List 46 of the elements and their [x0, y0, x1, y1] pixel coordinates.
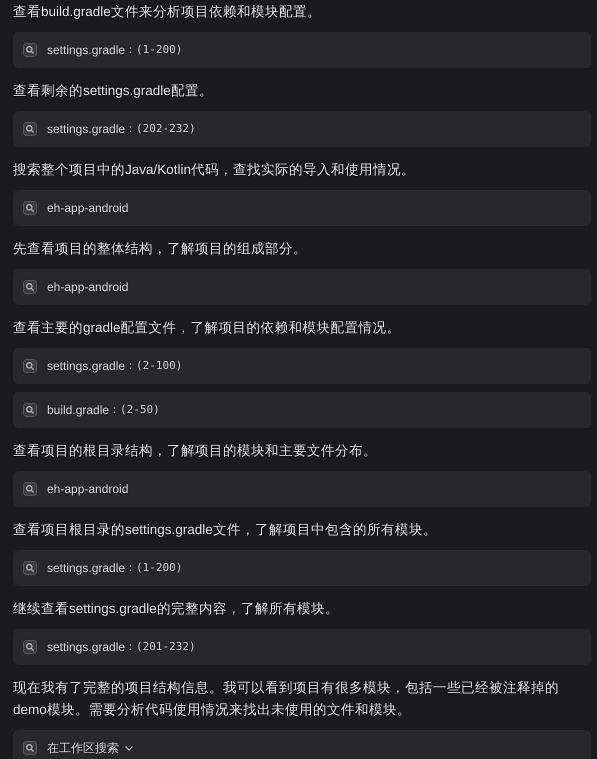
- line-range: ：(2-100): [125, 358, 182, 374]
- tool-call-card[interactable]: settings.gradle：(1-200): [13, 32, 591, 68]
- chevron-down-icon: [125, 746, 133, 750]
- line-range: ：(202-232): [125, 120, 196, 137]
- message-text: 查看build.gradle文件来分析项目依赖和模块配置。: [13, 3, 322, 21]
- tool-label: eh-app-android: [47, 279, 128, 296]
- search-icon: [23, 43, 37, 57]
- message-text: 先查看项目的整体结构，了解项目的组成部分。: [13, 240, 308, 258]
- message-text: 搜索整个项目中的Java/Kotlin代码，查找实际的导入和使用情况。: [13, 161, 416, 179]
- tool-label: eh-app-android: [47, 200, 128, 217]
- search-icon: [23, 403, 37, 417]
- search-icon: [23, 482, 37, 496]
- message-text: 查看主要的gradle配置文件，了解项目的依赖和模块配置情况。: [13, 319, 402, 337]
- tool-call-card[interactable]: settings.gradle：(201-232): [13, 629, 591, 665]
- tool-label: eh-app-android: [47, 481, 128, 498]
- tool-label: settings.gradle: [47, 358, 126, 375]
- tool-label: settings.gradle: [47, 560, 126, 577]
- tool-call-card[interactable]: settings.gradle：(2-100): [13, 348, 591, 384]
- search-icon: [23, 122, 37, 136]
- tool-call-card[interactable]: settings.gradle：(202-232): [13, 111, 591, 147]
- message-text: 继续查看settings.gradle的完整内容，了解所有模块。: [13, 600, 340, 618]
- tool-label: settings.gradle: [47, 121, 126, 138]
- search-icon: [23, 359, 37, 373]
- search-icon: [23, 561, 37, 575]
- search-dropdown[interactable]: 在工作区搜索: [13, 730, 591, 759]
- tool-call-card[interactable]: eh-app-android: [13, 190, 591, 226]
- tool-label: build.gradle: [47, 402, 110, 419]
- search-icon: [23, 280, 37, 294]
- message-text: 查看项目的根目录结构，了解项目的模块和主要文件分布。: [13, 442, 378, 460]
- tool-label: 在工作区搜索: [47, 740, 119, 757]
- search-icon: [23, 201, 37, 215]
- message-text: 查看项目根目录的settings.gradle文件，了解项目中包含的所有模块。: [13, 521, 438, 539]
- tool-label: settings.gradle: [47, 639, 126, 656]
- tool-call-card[interactable]: eh-app-android: [13, 471, 591, 507]
- line-range: ：(201-232): [125, 638, 196, 655]
- search-icon: [23, 640, 37, 654]
- search-icon: [23, 741, 37, 755]
- tool-label: settings.gradle: [47, 42, 126, 59]
- line-range: ：(1-200): [125, 560, 182, 576]
- tool-call-card[interactable]: eh-app-android: [13, 269, 591, 305]
- tool-call-card[interactable]: build.gradle：(2-50): [13, 392, 591, 428]
- line-range: ：(2-50): [109, 402, 160, 418]
- message-text: 查看剩余的settings.gradle配置。: [13, 82, 214, 100]
- line-range: ：(1-200): [125, 42, 182, 58]
- tool-call-card[interactable]: settings.gradle：(1-200): [13, 550, 591, 586]
- message-text: 现在我有了完整的项目结构信息。我可以看到项目有很多模块，包括一些已经被注释掉的demo模块。需要分析代码使用情况来找出未使用的文件和模块。: [13, 679, 560, 719]
